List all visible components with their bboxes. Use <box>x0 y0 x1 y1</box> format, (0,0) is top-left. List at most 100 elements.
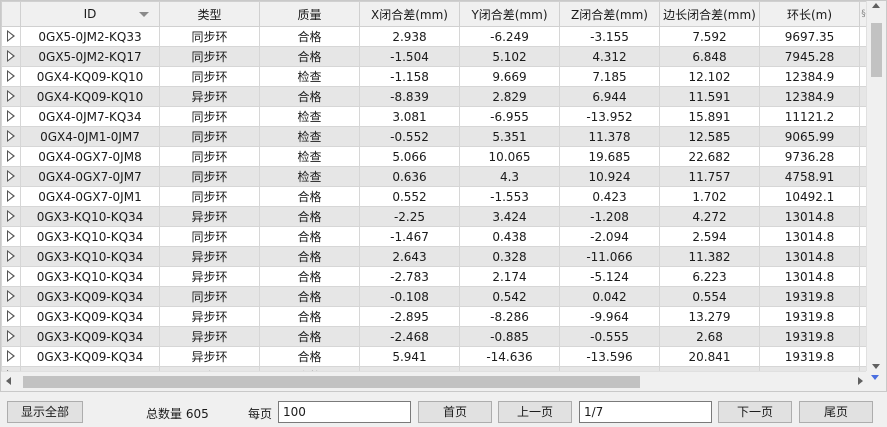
cell-z-closure[interactable]: -2.094 <box>559 226 660 247</box>
cell-loop-length[interactable]: 13014.8 <box>759 206 860 227</box>
cell-x-closure[interactable]: -2.468 <box>359 326 460 347</box>
per-page-input[interactable] <box>278 401 411 423</box>
row-header[interactable] <box>1 26 21 47</box>
cell-x-closure[interactable]: -2.783 <box>359 266 460 287</box>
cell-x-closure[interactable]: -8.839 <box>359 86 460 107</box>
cell-loop-length[interactable]: 12384.9 <box>759 66 860 87</box>
cell-type[interactable]: 同步环 <box>159 126 260 147</box>
row-header[interactable] <box>1 286 21 307</box>
cell-edge-closure[interactable]: 7.592 <box>659 26 760 47</box>
cell-quality[interactable]: 合格 <box>259 186 360 207</box>
cell-quality[interactable]: 检查 <box>259 66 360 87</box>
show-all-button[interactable]: 显示全部 <box>7 401 83 423</box>
cell-quality[interactable]: 合格 <box>259 226 360 247</box>
row-expand-icon[interactable] <box>6 309 15 322</box>
row-header[interactable] <box>1 306 21 327</box>
column-header-y-closure[interactable]: Y闭合差(mm) <box>459 1 560 27</box>
cell-type[interactable]: 异步环 <box>159 346 260 367</box>
row-expand-icon[interactable] <box>6 129 15 142</box>
cell-type[interactable]: 同步环 <box>159 66 260 87</box>
cell-id[interactable]: 0GX3-KQ09-KQ34 <box>20 326 160 347</box>
cell-x-closure[interactable]: -2.895 <box>359 306 460 327</box>
cell-edge-closure[interactable]: 20.841 <box>659 346 760 367</box>
cell-y-closure[interactable]: -6.955 <box>459 106 560 127</box>
cell-loop-length[interactable]: 9697.35 <box>759 26 860 47</box>
table-row[interactable]: 0GX3-KQ10-KQ34 异步环 合格 -2.783 2.174 -5.124 6.22… <box>1 266 867 287</box>
cell-type[interactable]: 异步环 <box>159 306 260 327</box>
table-row[interactable]: 0GX4-KQ09-KQ10 异步环 合格 -8.839 2.829 6.944 11.59… <box>1 86 867 107</box>
cell-loop-length[interactable]: 10492.1 <box>759 186 860 207</box>
cell-type[interactable]: 异步环 <box>159 206 260 227</box>
cell-type[interactable]: 异步环 <box>159 246 260 267</box>
cell-quality[interactable]: 合格 <box>259 326 360 347</box>
scroll-down-icon[interactable] <box>871 375 879 380</box>
row-header[interactable] <box>1 66 21 87</box>
row-header[interactable] <box>1 126 21 147</box>
cell-id[interactable]: 0GX4-KQ09-KQ10 <box>20 86 160 107</box>
cell-loop-length[interactable]: 19319.8 <box>759 326 860 347</box>
row-expand-icon[interactable] <box>6 109 15 122</box>
cell-y-closure[interactable]: 9.669 <box>459 66 560 87</box>
cell-z-closure[interactable]: 4.312 <box>559 46 660 67</box>
cell-id[interactable]: 0GX5-0JM2-KQ17 <box>20 46 160 67</box>
cell-edge-closure[interactable]: 13.279 <box>659 306 760 327</box>
cell-edge-closure[interactable]: 1.702 <box>659 186 760 207</box>
cell-loop-length[interactable]: 19319.8 <box>759 346 860 367</box>
table-row[interactable]: 0GX4-0JM7-KQ34 同步环 检查 3.081 -6.955 -13.952 15.… <box>1 106 867 127</box>
cell-edge-closure[interactable]: 6.848 <box>659 46 760 67</box>
cell-y-closure[interactable]: 5.351 <box>459 126 560 147</box>
cell-y-closure[interactable]: 2.174 <box>459 266 560 287</box>
cell-type[interactable]: 同步环 <box>159 26 260 47</box>
cell-x-closure[interactable]: -0.108 <box>359 286 460 307</box>
table-row[interactable]: 0GX4-0GX7-0JM8 同步环 检查 5.066 10.065 19.685 22.6… <box>1 146 867 167</box>
cell-id[interactable]: 0GX3-KQ10-KQ34 <box>20 226 160 247</box>
cell-quality[interactable]: 合格 <box>259 286 360 307</box>
cell-y-closure[interactable]: -8.286 <box>459 306 560 327</box>
cell-quality[interactable]: 合格 <box>259 306 360 327</box>
cell-z-closure[interactable]: 0.042 <box>559 286 660 307</box>
column-header-loop-length[interactable]: 环长(m) <box>759 1 860 27</box>
cell-id[interactable]: 0GX4-KQ09-KQ10 <box>20 66 160 87</box>
row-expand-icon[interactable] <box>6 89 15 102</box>
cell-y-closure[interactable]: -1.553 <box>459 186 560 207</box>
cell-quality[interactable]: 合格 <box>259 246 360 267</box>
cell-z-closure[interactable]: 0.423 <box>559 186 660 207</box>
cell-id[interactable]: 0GX5-0JM2-KQ33 <box>20 26 160 47</box>
page-number-input[interactable] <box>579 401 712 423</box>
row-header[interactable] <box>1 246 21 267</box>
cell-z-closure[interactable]: -11.066 <box>559 246 660 267</box>
cell-edge-closure[interactable]: 11.591 <box>659 86 760 107</box>
cell-x-closure[interactable]: 5.941 <box>359 346 460 367</box>
cell-x-closure[interactable]: 2.643 <box>359 246 460 267</box>
cell-loop-length[interactable]: 12384.9 <box>759 86 860 107</box>
cell-x-closure[interactable]: 5.066 <box>359 146 460 167</box>
cell-type[interactable]: 同步环 <box>159 186 260 207</box>
table-row[interactable]: 0GX3-KQ09-KQ34 异步环 合格 5.941 -14.636 -13.596 20… <box>1 346 867 367</box>
cell-z-closure[interactable]: 7.185 <box>559 66 660 87</box>
last-page-button[interactable]: 尾页 <box>799 401 873 423</box>
cell-z-closure[interactable]: 19.685 <box>559 146 660 167</box>
cell-y-closure[interactable]: 0.542 <box>459 286 560 307</box>
cell-x-closure[interactable]: -1.467 <box>359 226 460 247</box>
row-expand-icon[interactable] <box>6 269 15 282</box>
cell-edge-closure[interactable]: 15.891 <box>659 106 760 127</box>
cell-edge-closure[interactable]: 11.382 <box>659 246 760 267</box>
cell-type[interactable]: 同步环 <box>159 46 260 67</box>
cell-quality[interactable]: 合格 <box>259 346 360 367</box>
table-row[interactable]: 0GX4-0JM1-0JM7 同步环 检查 -0.552 5.351 11.378 12.5… <box>1 126 867 147</box>
cell-x-closure[interactable]: 2.938 <box>359 26 460 47</box>
row-header[interactable] <box>1 326 21 347</box>
cell-y-closure[interactable]: -14.636 <box>459 346 560 367</box>
column-header-x-closure[interactable]: X闭合差(mm) <box>359 1 460 27</box>
table-row[interactable]: 0GX3-KQ10-KQ34 异步环 合格 2.643 0.328 -11.066 11.3… <box>1 246 867 267</box>
row-header[interactable] <box>1 86 21 107</box>
cell-x-closure[interactable]: -1.158 <box>359 66 460 87</box>
row-header[interactable] <box>1 346 21 367</box>
cell-loop-length[interactable]: 9065.99 <box>759 126 860 147</box>
cell-loop-length[interactable]: 4758.91 <box>759 166 860 187</box>
cell-loop-length[interactable]: 9736.28 <box>759 146 860 167</box>
table-row[interactable]: 0GX3-KQ09-KQ34 异步环 合格 -2.895 -8.286 -9.964 13.… <box>1 306 867 327</box>
row-expand-icon[interactable] <box>6 189 15 202</box>
column-header-id[interactable]: ID <box>20 1 160 27</box>
cell-z-closure[interactable]: -13.596 <box>559 346 660 367</box>
